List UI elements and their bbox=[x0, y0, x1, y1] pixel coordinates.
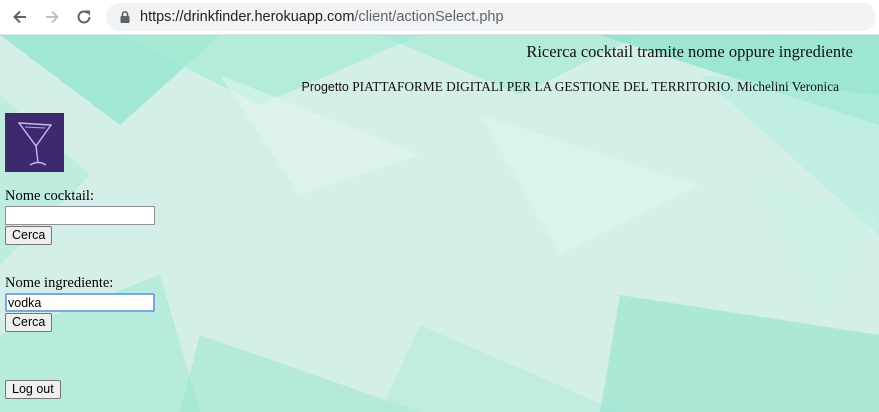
cocktail-logo bbox=[5, 113, 64, 172]
browser-toolbar: https://drinkfinder.herokuapp.com/client… bbox=[0, 0, 879, 35]
cocktail-name-label: Nome cocktail: bbox=[5, 188, 94, 204]
cocktail-search-button[interactable]: Cerca bbox=[5, 226, 53, 245]
url-text: https://drinkfinder.herokuapp.com/client… bbox=[140, 8, 504, 26]
arrow-left-icon bbox=[13, 10, 26, 24]
url-path: /client/actionSelect.php bbox=[354, 9, 504, 25]
ingredient-name-input[interactable] bbox=[5, 293, 155, 312]
martini-glass-icon bbox=[17, 122, 53, 166]
subtitle-prefix: Progetto bbox=[301, 80, 353, 94]
page-title: Ricerca cocktail tramite nome oppure ing… bbox=[526, 42, 853, 61]
subtitle-main: PIATTAFORME DIGITALI PER LA GESTIONE DEL… bbox=[352, 79, 839, 94]
cocktail-name-input[interactable] bbox=[5, 206, 155, 225]
lock-icon bbox=[120, 11, 130, 23]
ingredient-name-label: Nome ingrediente: bbox=[5, 275, 114, 291]
address-bar[interactable]: https://drinkfinder.herokuapp.com/client… bbox=[106, 3, 876, 31]
back-button[interactable] bbox=[8, 5, 32, 29]
forward-button[interactable] bbox=[40, 5, 64, 29]
url-host: https://drinkfinder.herokuapp.com bbox=[140, 9, 355, 25]
ingredient-search-button[interactable]: Cerca bbox=[5, 313, 53, 332]
page-content: Ricerca cocktail tramite nome oppure ing… bbox=[0, 35, 879, 412]
page-subtitle: Progetto PIATTAFORME DIGITALI PER LA GES… bbox=[302, 79, 839, 95]
arrow-right-icon bbox=[46, 10, 59, 24]
reload-button[interactable] bbox=[72, 5, 96, 29]
reload-icon bbox=[77, 10, 91, 24]
logout-button[interactable]: Log out bbox=[5, 380, 61, 399]
